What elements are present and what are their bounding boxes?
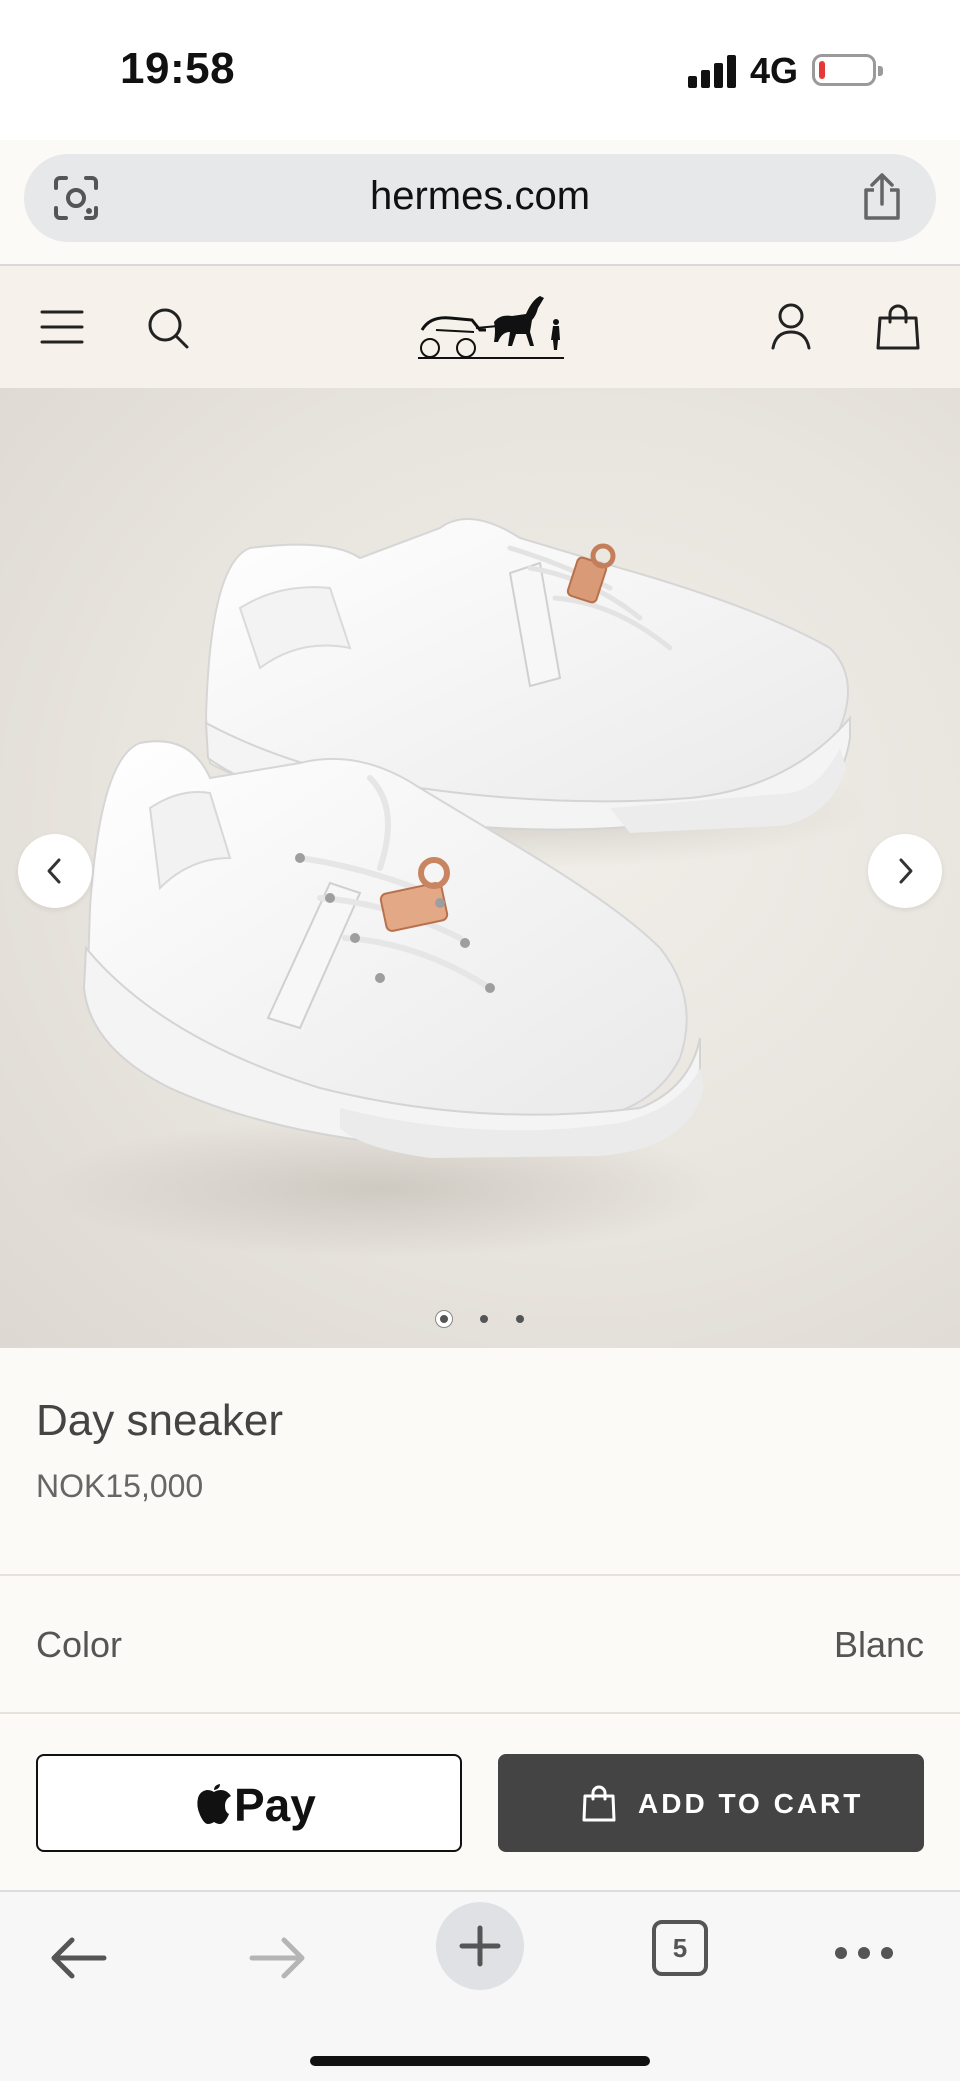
more-options-icon[interactable]	[834, 1946, 894, 1960]
shopping-bag-icon	[582, 1785, 616, 1822]
purchase-actions: Pay ADD TO CART	[0, 1714, 960, 1890]
home-indicator	[310, 2056, 650, 2066]
signal-icon	[688, 54, 740, 88]
site-header	[0, 266, 960, 388]
apple-pay-button[interactable]: Pay	[36, 1754, 462, 1852]
hermes-logo[interactable]	[416, 286, 566, 366]
product-title: Day sneaker	[36, 1396, 284, 1445]
menu-icon[interactable]	[40, 308, 84, 346]
carousel-dot[interactable]	[516, 1314, 525, 1323]
product-info: Day sneaker NOK15,000	[0, 1348, 960, 1574]
previous-image-button[interactable]	[18, 834, 92, 908]
color-label: Color	[36, 1624, 123, 1665]
product-image-gallery[interactable]	[0, 388, 960, 1348]
forward-arrow-icon[interactable]	[248, 1934, 308, 1982]
account-icon[interactable]	[770, 302, 812, 350]
carousel-dot[interactable]	[435, 1310, 452, 1327]
address-bar[interactable]: hermes.com	[24, 154, 936, 242]
apple-pay-label: Pay	[234, 1779, 316, 1831]
tab-count: 5	[672, 1933, 688, 1963]
new-tab-button[interactable]	[436, 1902, 524, 1990]
page: 19:58 4G hermes.com Day sneaker NOK15,00…	[0, 0, 960, 2081]
battery-icon	[812, 54, 883, 86]
add-to-cart-button[interactable]: ADD TO CART	[498, 1754, 924, 1852]
add-to-cart-label: ADD TO CART	[638, 1788, 864, 1819]
color-selector[interactable]: Color Blanc	[0, 1576, 960, 1712]
product-image	[40, 518, 870, 1258]
chevron-right-icon	[899, 858, 913, 884]
apple-logo-icon	[197, 1784, 231, 1824]
carousel-dot[interactable]	[480, 1314, 488, 1323]
status-time: 19:58	[120, 44, 236, 93]
network-type: 4G	[750, 50, 799, 91]
share-icon[interactable]	[858, 172, 906, 222]
tab-switcher-button[interactable]: 5	[652, 1920, 708, 1976]
url-text[interactable]: hermes.com	[24, 174, 936, 219]
shopping-bag-icon[interactable]	[876, 302, 920, 350]
plus-icon	[459, 1925, 501, 1967]
next-image-button[interactable]	[868, 834, 942, 908]
browser-toolbar: 5	[0, 1890, 960, 2081]
carousel-indicator	[0, 1310, 960, 1327]
chevron-left-icon	[47, 858, 61, 884]
status-bar: 19:58 4G	[0, 0, 960, 140]
product-price: NOK15,000	[36, 1468, 204, 1504]
color-value[interactable]: Blanc	[834, 1624, 924, 1666]
search-icon[interactable]	[146, 306, 190, 350]
back-arrow-icon[interactable]	[48, 1934, 108, 1982]
